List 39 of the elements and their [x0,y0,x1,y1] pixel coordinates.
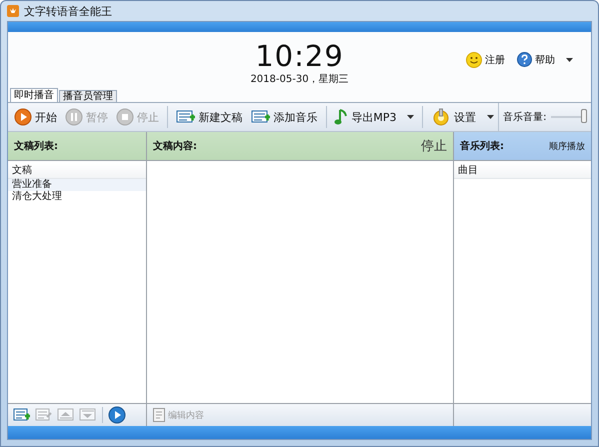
panel-title: 文稿列表: [14,140,58,153]
register-button[interactable]: 注册 [466,52,505,68]
export-button[interactable]: 导出MP3 [330,106,418,128]
clock-time: 10:29 [255,40,344,72]
app-icon [7,5,19,17]
playback-status: 停止 [421,138,447,155]
list-add-icon [250,109,271,125]
play-mode[interactable]: 顺序播放 [549,140,585,152]
list-add-icon[interactable] [12,408,32,422]
tab[interactable]: 播音员管理 [59,90,117,102]
list-item[interactable]: 清仓大处理 [8,191,146,203]
help-button[interactable]: 帮助 [517,52,573,67]
list-add-icon [176,109,196,125]
add-music-button[interactable]: 添加音乐 [246,107,322,127]
settings-icon [431,108,452,126]
column-header: 文稿 [8,163,146,179]
pause-icon [65,108,83,126]
panel-title: 文稿内容: [153,139,197,153]
volume-slider[interactable] [581,109,587,123]
play-button[interactable]: 开始 [10,106,61,128]
window-title: 文字转语音全能王 [24,4,112,18]
volume-label: 音乐音量: [503,110,547,124]
tab[interactable]: 即时播音 [10,88,58,102]
smiley-icon [466,52,482,68]
caret-icon [566,58,573,62]
list-item[interactable]: 营业准备 [8,179,146,191]
stop-icon [116,108,134,126]
new-doc-button[interactable]: 新建文稿 [172,107,247,127]
play-icon[interactable] [107,406,127,424]
caret-icon [407,115,414,119]
column-header: 曲目 [454,163,591,179]
clock-date: 2018-05-30，星期三 [250,72,349,86]
document-icon [153,408,165,422]
panel-title: 音乐列表: [460,139,504,153]
play-icon [14,108,32,126]
music-note-icon [334,108,348,126]
caret-icon [487,115,494,119]
help-icon [517,52,532,67]
settings-button[interactable]: 设置 [427,106,498,128]
